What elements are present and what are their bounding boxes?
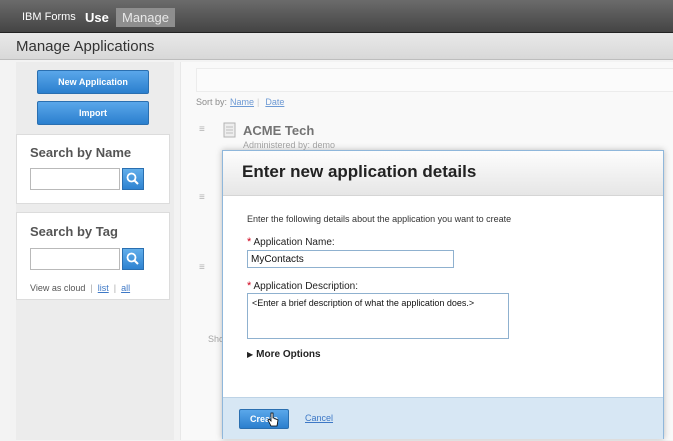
page-title: Manage Applications bbox=[16, 38, 155, 55]
top-navigation-bar: IBM Forms Use Manage bbox=[0, 0, 673, 33]
dialog-header: Enter new application details bbox=[223, 151, 663, 196]
new-application-dialog: Enter new application details Enter the … bbox=[222, 150, 664, 439]
required-marker: * bbox=[247, 280, 252, 292]
application-description-label: * Application Description: bbox=[247, 280, 359, 292]
all-link[interactable]: all bbox=[121, 283, 130, 293]
page-header: Manage Applications bbox=[0, 33, 673, 60]
new-application-button[interactable]: New Application bbox=[37, 70, 149, 94]
search-by-tag-heading: Search by Tag bbox=[30, 224, 118, 239]
search-name-button[interactable] bbox=[122, 168, 144, 190]
import-button[interactable]: Import bbox=[37, 101, 149, 125]
nav-manage[interactable]: Manage bbox=[116, 8, 175, 27]
search-tag-input[interactable] bbox=[30, 248, 120, 270]
create-button[interactable]: Create bbox=[239, 409, 289, 429]
view-as-cloud-link[interactable]: View as cloud bbox=[30, 283, 85, 293]
application-name-input[interactable]: MyContacts bbox=[247, 250, 454, 268]
dialog-description: Enter the following details about the ap… bbox=[247, 214, 512, 224]
search-tag-button[interactable] bbox=[122, 248, 144, 270]
cancel-link[interactable]: Cancel bbox=[305, 413, 333, 423]
tag-view-options: View as cloud | list | all bbox=[30, 283, 131, 293]
application-name-label: * Application Name: bbox=[247, 236, 335, 248]
application-description-textarea[interactable]: <Enter a brief description of what the a… bbox=[247, 293, 509, 339]
dialog-footer: Create Cancel bbox=[223, 397, 663, 439]
dialog-title: Enter new application details bbox=[242, 162, 477, 181]
brand-label: IBM Forms bbox=[22, 11, 76, 23]
nav-use[interactable]: Use bbox=[79, 8, 115, 27]
required-marker: * bbox=[247, 236, 252, 248]
search-by-name-heading: Search by Name bbox=[30, 145, 132, 160]
search-icon bbox=[126, 172, 139, 185]
more-options-toggle[interactable]: ▶ More Options bbox=[247, 349, 321, 360]
search-name-input[interactable] bbox=[30, 168, 120, 190]
list-link[interactable]: list bbox=[98, 283, 109, 293]
hand-cursor-icon bbox=[267, 412, 279, 427]
search-icon bbox=[126, 252, 139, 265]
expand-arrow-icon: ▶ bbox=[247, 350, 254, 359]
